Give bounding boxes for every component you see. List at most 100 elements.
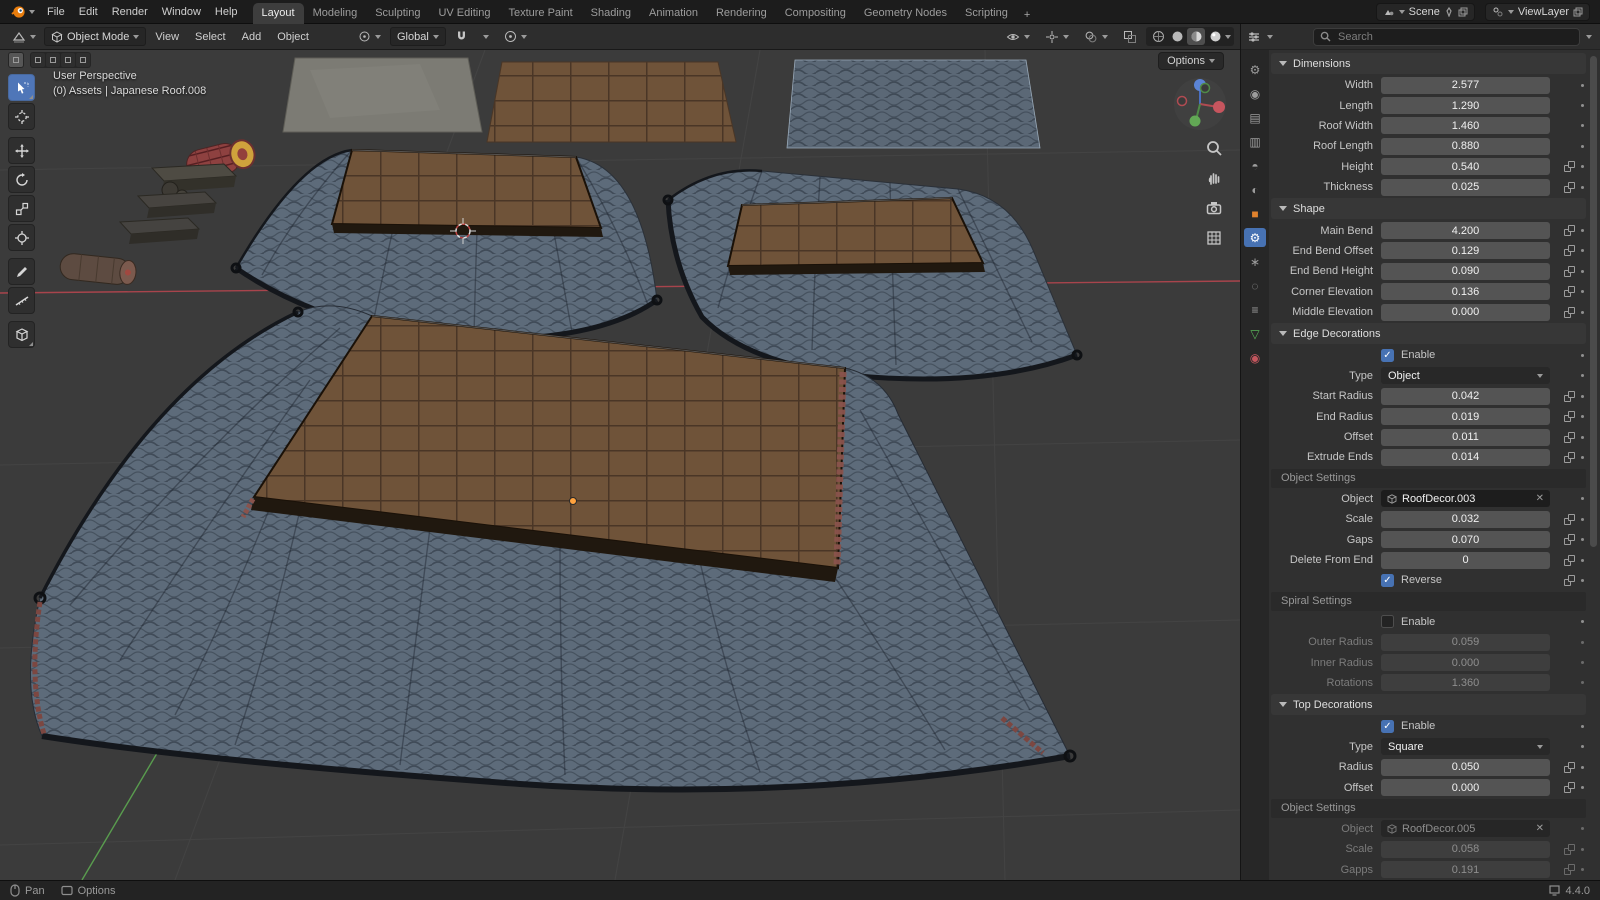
new-viewlayer-icon[interactable] [1573, 7, 1583, 17]
animate-icon[interactable] [1564, 391, 1575, 402]
extras-dot[interactable] [1581, 848, 1584, 851]
pivot-point-button[interactable] [352, 28, 387, 45]
edge-enable-checkbox[interactable]: ✓ [1381, 349, 1394, 362]
menu-window[interactable]: Window [155, 4, 208, 20]
top-type-dropdown[interactable]: Square [1381, 738, 1550, 755]
workspace-tab-sculpting[interactable]: Sculpting [366, 3, 429, 24]
snap-settings-button[interactable] [477, 33, 495, 41]
extras-dot[interactable] [1581, 456, 1584, 459]
transform-tool[interactable] [8, 224, 35, 251]
number-field[interactable]: 4.200 [1381, 222, 1550, 239]
animate-icon[interactable] [1564, 555, 1575, 566]
zoom-button[interactable] [1204, 138, 1224, 158]
extras-dot[interactable] [1581, 620, 1584, 623]
extras-dot[interactable] [1581, 415, 1584, 418]
extras-dot[interactable] [1581, 165, 1584, 168]
snap-toggle-button[interactable] [449, 28, 474, 45]
animate-icon[interactable] [1564, 844, 1575, 855]
number-field[interactable]: 0.136 [1381, 283, 1550, 300]
top-enable-checkbox[interactable]: ✓ [1381, 720, 1394, 733]
multi-select-toggle[interactable] [76, 53, 90, 67]
viewport-menu-select[interactable]: Select [188, 29, 233, 45]
clear-object-button[interactable]: ✕ [1536, 493, 1544, 504]
shading-rendered-button[interactable] [1206, 28, 1224, 45]
number-field[interactable]: 0.129 [1381, 242, 1550, 259]
extras-dot[interactable] [1581, 681, 1584, 684]
animate-icon[interactable] [1564, 864, 1575, 875]
mode-dropdown[interactable]: Object Mode [44, 27, 146, 46]
blender-menu-button[interactable] [6, 4, 40, 19]
plane-tiles[interactable] [787, 60, 1040, 148]
extras-dot[interactable] [1581, 145, 1584, 148]
scene-selector[interactable]: Scene [1376, 3, 1475, 21]
camera-view-button[interactable] [1204, 198, 1224, 218]
add-cube-tool[interactable] [8, 321, 35, 348]
scale-tool[interactable] [8, 195, 35, 222]
xray-toggle[interactable] [1117, 28, 1143, 46]
animate-icon[interactable] [1564, 307, 1575, 318]
number-field[interactable]: 0.011 [1381, 429, 1550, 446]
animate-icon[interactable] [1564, 225, 1575, 236]
workspace-tab-shading[interactable]: Shading [582, 3, 640, 24]
extras-dot[interactable] [1581, 538, 1584, 541]
edge-type-dropdown[interactable]: Object [1381, 367, 1550, 384]
properties-tab-physics[interactable]: ◌ [1244, 276, 1266, 295]
extras-dot[interactable] [1581, 766, 1584, 769]
number-field[interactable]: 0.000 [1381, 779, 1550, 796]
extras-dot[interactable] [1581, 290, 1584, 293]
animate-icon[interactable] [1564, 575, 1575, 586]
shading-material-button[interactable] [1187, 28, 1205, 45]
extras-dot[interactable] [1581, 270, 1584, 273]
tool-options-dropdown[interactable]: Options [1158, 52, 1224, 70]
clear-object-button[interactable]: ✕ [1536, 823, 1544, 834]
overlays-toggle[interactable] [1078, 28, 1114, 46]
extras-dot[interactable] [1581, 559, 1584, 562]
properties-tab-particles[interactable]: ∗ [1244, 252, 1266, 271]
properties-search[interactable] [1313, 28, 1580, 46]
animate-icon[interactable] [1564, 286, 1575, 297]
workspace-tab-texture-paint[interactable]: Texture Paint [499, 3, 581, 24]
menu-edit[interactable]: Edit [72, 4, 105, 20]
extras-dot[interactable] [1581, 84, 1584, 87]
extras-dot[interactable] [1581, 786, 1584, 789]
number-field[interactable]: 0.540 [1381, 158, 1550, 175]
pin-icon[interactable] [1444, 7, 1454, 17]
extras-dot[interactable] [1581, 354, 1584, 357]
viewport-menu-add[interactable]: Add [235, 29, 269, 45]
extras-dot[interactable] [1581, 104, 1584, 107]
extras-dot[interactable] [1581, 827, 1584, 830]
extras-dot[interactable] [1581, 229, 1584, 232]
move-tool[interactable] [8, 137, 35, 164]
shading-solid-button[interactable] [1168, 28, 1186, 45]
number-field[interactable]: 0.000 [1381, 304, 1550, 321]
workspace-tab-rendering[interactable]: Rendering [707, 3, 776, 24]
number-field[interactable]: 2.577 [1381, 77, 1550, 94]
viewport-menu-object[interactable]: Object [270, 29, 316, 45]
animate-icon[interactable] [1564, 266, 1575, 277]
menu-help[interactable]: Help [208, 4, 245, 20]
filter-dropdown-icon[interactable] [1586, 35, 1592, 39]
animate-icon[interactable] [1564, 452, 1575, 463]
extras-dot[interactable] [1581, 395, 1584, 398]
animate-icon[interactable] [1564, 514, 1575, 525]
pan-button[interactable] [1204, 168, 1224, 188]
editor-type-button[interactable] [6, 28, 42, 46]
properties-tab-world[interactable]: ◐ [1244, 180, 1266, 199]
properties-tab-render[interactable]: ◉ [1244, 84, 1266, 103]
decor-beams[interactable] [120, 164, 236, 244]
number-field[interactable]: 1.290 [1381, 97, 1550, 114]
properties-tab-tool[interactable]: ⚙ [1244, 60, 1266, 79]
animate-icon[interactable] [1564, 432, 1575, 443]
properties-tab-object[interactable]: ■ [1244, 204, 1266, 223]
number-field[interactable]: 0.000 [1381, 654, 1550, 671]
properties-editor-icon[interactable] [1247, 30, 1261, 44]
number-field[interactable]: 0.014 [1381, 449, 1550, 466]
cursor-tool[interactable] [8, 103, 35, 130]
top-object-field[interactable]: RoofDecor.005✕ [1381, 820, 1550, 837]
number-field[interactable]: 0.032 [1381, 511, 1550, 528]
add-workspace-button[interactable]: + [1017, 6, 1037, 24]
visibility-dropdown[interactable] [1000, 28, 1036, 46]
roof-model-right[interactable] [664, 170, 1081, 379]
proportional-editing-button[interactable] [498, 28, 533, 45]
workspace-tab-uv-editing[interactable]: UV Editing [429, 3, 499, 24]
